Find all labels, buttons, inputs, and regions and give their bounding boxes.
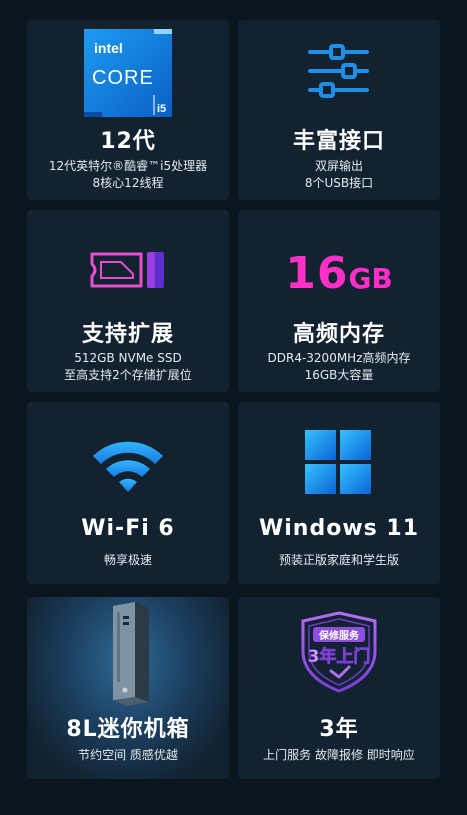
warranty-shield-badge: 保修服务 3年上门 xyxy=(293,611,385,693)
tier-text: i5 xyxy=(157,103,166,115)
card-title: 3年 xyxy=(319,717,359,742)
card-line-2: 8个USB接口 xyxy=(304,176,374,190)
wifi-icon xyxy=(89,434,167,498)
memory-capacity-graphic: 16GB xyxy=(238,248,440,299)
card-title: 12代 xyxy=(100,129,156,154)
core-line-text: CORE xyxy=(92,67,154,89)
capacity-unit: GB xyxy=(348,262,393,295)
badge-main-text: 3年上门 xyxy=(308,646,371,667)
sliders-icon xyxy=(307,42,371,102)
intel-brand-text: intel xyxy=(94,40,123,56)
card-line-1: 畅享极速 xyxy=(103,553,152,567)
card-line-1: 预装正版家庭和学生版 xyxy=(278,553,399,567)
feature-card-warranty: 保修服务 3年上门 3年 上门服务 故障报修 即时响应 xyxy=(238,597,440,779)
feature-card-memory: 16GB 高频内存 DDR4-3200MHz高频内存 16GB大容量 xyxy=(238,210,440,392)
feature-card-case: 8L迷你机箱 节约空间 质感优越 xyxy=(27,597,229,779)
card-line-1: 512GB NVMe SSD xyxy=(74,351,182,365)
feature-card-windows: Windows 11 预装正版家庭和学生版 xyxy=(238,402,440,584)
card-line-1: DDR4-3200MHz高频内存 xyxy=(267,351,411,365)
mini-pc-case-image xyxy=(105,602,155,707)
card-title: 8L迷你机箱 xyxy=(66,717,190,742)
badge-top-text: 保修服务 xyxy=(318,629,360,642)
card-line-2: 至高支持2个存储扩展位 xyxy=(64,368,192,382)
feature-card-cpu: intel CORE i5 12代 12代英特尔®酷睿™i5处理器 8核心12线… xyxy=(27,20,229,200)
feature-card-ports: 丰富接口 双屏输出 8个USB接口 xyxy=(238,20,440,200)
windows-logo-icon xyxy=(305,430,371,494)
card-line-1: 节约空间 质感优越 xyxy=(78,748,178,762)
card-title: 支持扩展 xyxy=(81,322,174,347)
feature-card-storage: 支持扩展 512GB NVMe SSD 至高支持2个存储扩展位 xyxy=(27,210,229,392)
card-line-1: 上门服务 故障报修 即时响应 xyxy=(263,748,415,762)
feature-card-wifi: Wi-Fi 6 畅享极速 xyxy=(27,402,229,584)
capacity-number: 16 xyxy=(285,248,349,299)
card-title: Windows 11 xyxy=(258,516,420,541)
card-title: 丰富接口 xyxy=(292,129,385,154)
card-title: Wi-Fi 6 xyxy=(81,516,175,541)
card-line-2: 8核心12线程 xyxy=(92,176,164,190)
card-title: 高频内存 xyxy=(292,322,385,347)
intel-core-i5-logo: intel CORE i5 xyxy=(84,29,172,117)
card-line-1: 12代英特尔®酷睿™i5处理器 xyxy=(48,159,208,173)
card-line-1: 双屏输出 xyxy=(314,159,363,173)
ssd-icon xyxy=(89,248,167,292)
card-line-2: 16GB大容量 xyxy=(304,368,374,382)
